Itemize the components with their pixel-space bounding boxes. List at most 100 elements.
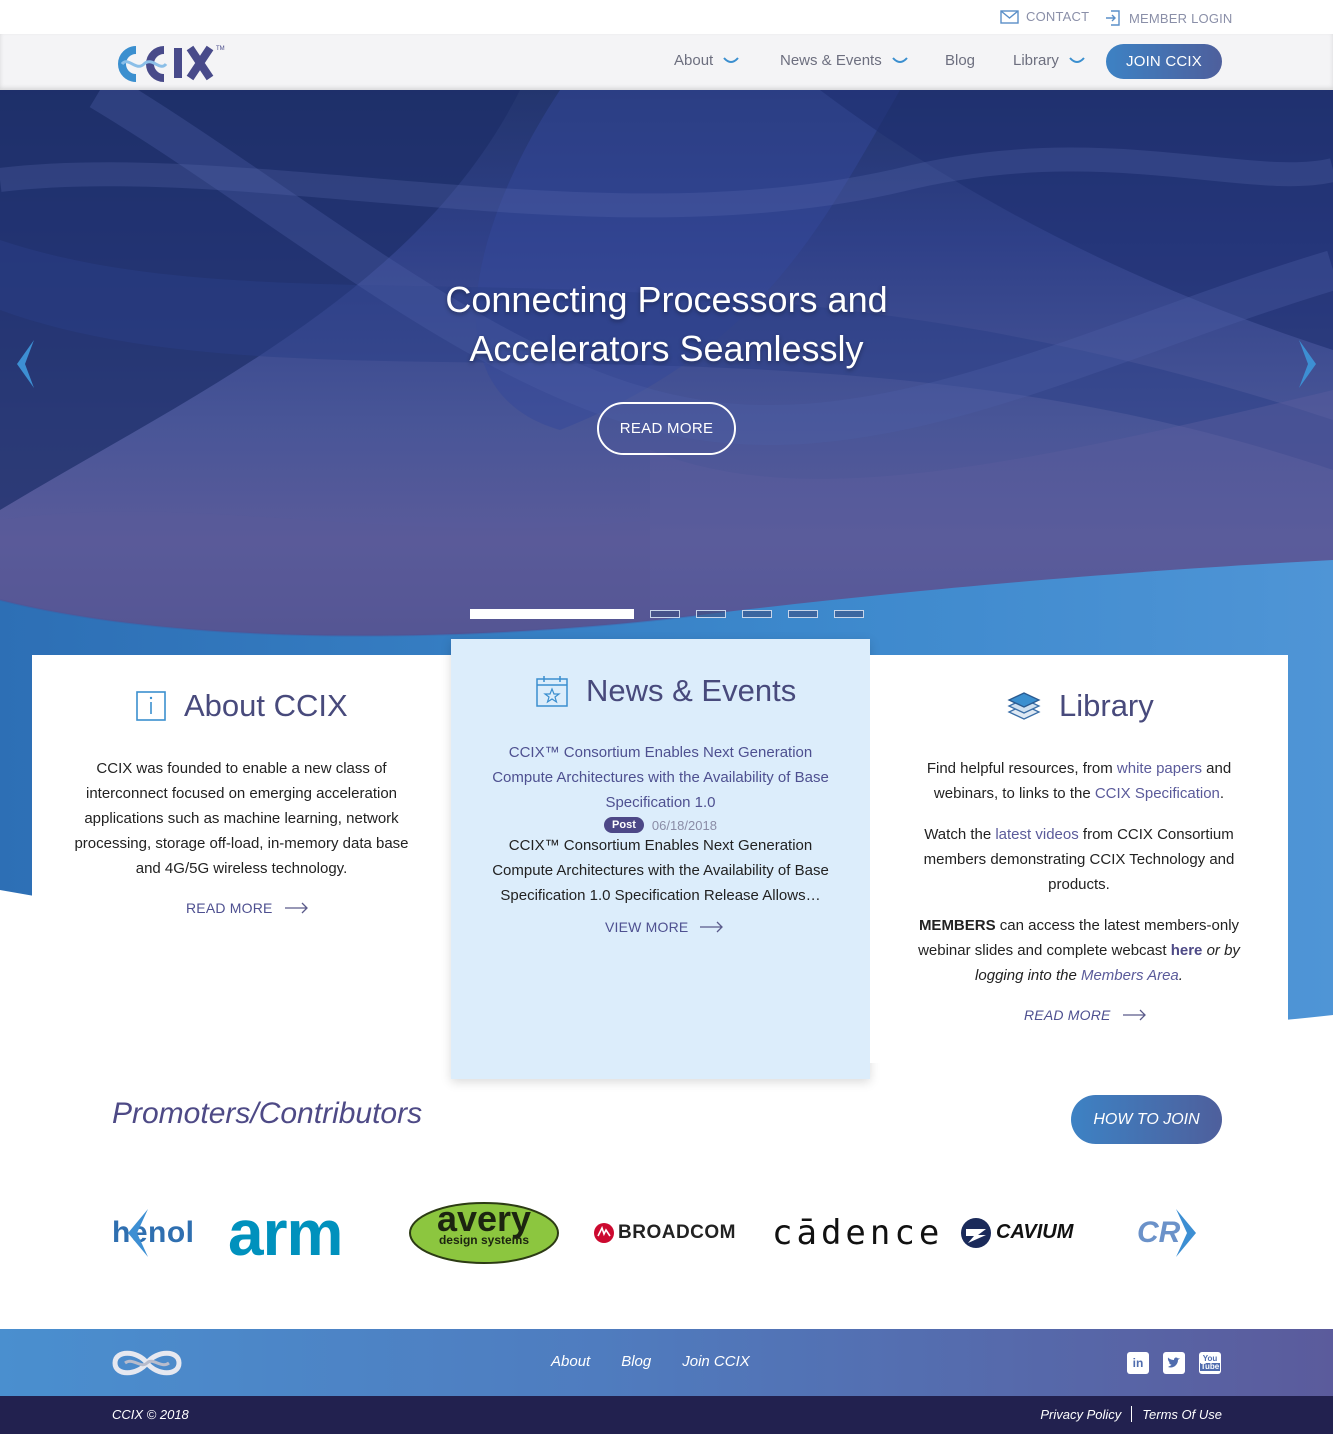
library-paragraph-1: Find helpful resources, from white paper… [905, 756, 1253, 806]
library-p1-text-3: . [1219, 785, 1225, 802]
chevron-down-icon [891, 56, 908, 63]
nav-blog-label: Blog [945, 52, 976, 69]
copyright: CCIX © 2018 [112, 1407, 189, 1422]
terms-of-use-link[interactable]: Terms Of Use [1142, 1407, 1222, 1422]
carousel-prev-arrow-icon[interactable] [14, 338, 36, 390]
member-login-label: MEMBER LOGIN [1129, 10, 1233, 26]
hero-title-line2: Accelerators Seamlessly [469, 328, 864, 369]
library-p1-text: Find helpful resources, from [926, 760, 1117, 777]
news-events-card: News & Events CCIX™ Consortium Enables N… [451, 639, 870, 1079]
logo-avery-text: avery [436, 1198, 532, 1239]
footer-link-join[interactable]: Join CCIX [682, 1353, 750, 1370]
library-paragraph-2: Watch the latest videos from CCIX Consor… [905, 822, 1253, 897]
nav-library[interactable]: Library [1013, 52, 1085, 69]
member-login-link[interactable]: MEMBER LOGIN [1104, 9, 1233, 27]
carousel-dot-4[interactable] [742, 610, 772, 618]
webcast-here-link[interactable]: here [1171, 942, 1203, 959]
carousel-dot-2[interactable] [650, 610, 680, 618]
svg-text:TM: TM [216, 46, 225, 52]
privacy-policy-link[interactable]: Privacy Policy [1040, 1407, 1121, 1422]
logo-cadence[interactable]: cādence [772, 1195, 939, 1270]
arrow-right-icon [284, 902, 308, 914]
news-card-title: News & Events [586, 673, 797, 708]
how-to-join-button[interactable]: HOW TO JOIN [1071, 1095, 1222, 1144]
library-card: Library Find helpful resources, from whi… [870, 655, 1288, 1063]
envelope-icon [1000, 9, 1019, 24]
footer-link-blog[interactable]: Blog [621, 1353, 651, 1370]
news-view-more-link[interactable]: VIEW MORE [605, 919, 724, 935]
cavium-mark-icon [961, 1217, 991, 1248]
news-card-header: News & Events [536, 673, 796, 709]
utility-bar: CONTACT MEMBER LOGIN [0, 0, 1333, 34]
logo-cavium[interactable]: CAVIUM [960, 1195, 1100, 1270]
carousel-dot-3[interactable] [696, 610, 726, 618]
broadcom-mark-icon [594, 1222, 614, 1243]
library-paragraph-3: MEMBERS can access the latest members-on… [905, 913, 1253, 988]
news-post-meta: Post 06/18/2018 [485, 817, 836, 833]
library-p2-text: Watch the [924, 826, 996, 843]
library-card-title: Library [1059, 688, 1154, 723]
nav-news-events-label: News & Events [780, 52, 882, 69]
hero-title: Connecting Processors and Accelerators S… [0, 275, 1333, 373]
contact-label: CONTACT [1026, 9, 1090, 24]
chevron-down-icon [723, 56, 739, 63]
logo-broadcom[interactable]: BROADCOM [594, 1195, 744, 1270]
social-links: in You Tube [1127, 1352, 1221, 1374]
carousel-dot-6[interactable] [834, 610, 864, 618]
join-ccix-button[interactable]: JOIN CCIX [1106, 44, 1222, 79]
carousel-prev-arrow-icon[interactable] [124, 1207, 150, 1259]
nav-about[interactable]: About [674, 52, 739, 69]
logo-arm[interactable]: arm [228, 1195, 378, 1270]
logo-broadcom-text: BROADCOM [618, 1221, 736, 1243]
latest-videos-link[interactable]: latest videos [995, 826, 1078, 843]
footer-link-about[interactable]: About [551, 1353, 590, 1370]
legal-separator [1131, 1406, 1133, 1422]
about-card-body: CCIX was founded to enable a new class o… [74, 760, 409, 877]
hero-title-line1: Connecting Processors and [445, 279, 888, 320]
about-read-more-link[interactable]: READ MORE [186, 900, 309, 916]
about-card-title: About CCIX [184, 688, 348, 723]
footer-links: About Blog Join CCIX [551, 1353, 750, 1370]
ccix-specification-link[interactable]: CCIX Specification [1095, 785, 1220, 802]
library-read-more-link[interactable]: READ MORE [1024, 1007, 1147, 1023]
promoters-title: Promoters/Contributors [112, 1097, 423, 1130]
white-papers-link[interactable]: white papers [1117, 760, 1202, 777]
footer: About Blog Join CCIX in You Tube [0, 1329, 1333, 1396]
logo-cadence-text: cādence [772, 1212, 944, 1253]
carousel-dot-5[interactable] [788, 610, 818, 618]
carousel-dot-1[interactable] [470, 609, 634, 619]
hero-read-more-button[interactable]: READ MORE [597, 402, 736, 455]
footer-logo-icon[interactable] [111, 1346, 183, 1380]
about-read-more-label: READ MORE [186, 900, 273, 916]
youtube-icon[interactable]: You Tube [1199, 1352, 1221, 1374]
logo-avery-wordmark: avery design systems [409, 1198, 559, 1248]
ccix-logo[interactable]: TM [112, 40, 242, 84]
library-card-header: Library [1007, 688, 1154, 724]
legal-links: Privacy Policy Terms Of Use [1040, 1406, 1222, 1422]
members-area-link[interactable]: Members Area [1081, 967, 1179, 984]
logo-avery-sub: design systems [438, 1233, 530, 1247]
twitter-icon[interactable] [1163, 1352, 1185, 1374]
logo-arm-text: arm [228, 1196, 343, 1269]
post-badge: Post [604, 817, 644, 833]
promoters-logo-carousel: henol arm avery design systems BROADCOM … [112, 1195, 1222, 1270]
nav-blog[interactable]: Blog [945, 52, 975, 69]
members-label: MEMBERS [918, 917, 996, 934]
library-read-more-label: READ MORE [1024, 1007, 1111, 1023]
main-nav: TM About News & Events Blog Library JOIN… [0, 34, 1333, 90]
about-card-header: About CCIX [136, 688, 348, 724]
calendar-star-icon [536, 676, 568, 707]
carousel-next-arrow-icon[interactable] [1174, 1207, 1200, 1259]
nav-library-label: Library [1013, 52, 1059, 69]
news-post-title[interactable]: CCIX™ Consortium Enables Next Generation… [485, 740, 836, 815]
nav-news-events[interactable]: News & Events [780, 52, 908, 69]
library-p3-end: . [1178, 967, 1183, 984]
contact-link[interactable]: CONTACT [1000, 9, 1089, 24]
logo-avery[interactable]: avery design systems [409, 1195, 559, 1270]
carousel-next-arrow-icon[interactable] [1297, 338, 1319, 390]
arrow-right-icon [1122, 1009, 1146, 1021]
info-icon [136, 691, 166, 721]
linkedin-icon[interactable]: in [1127, 1352, 1149, 1374]
login-icon [1106, 10, 1120, 26]
carousel-dots [470, 609, 864, 619]
